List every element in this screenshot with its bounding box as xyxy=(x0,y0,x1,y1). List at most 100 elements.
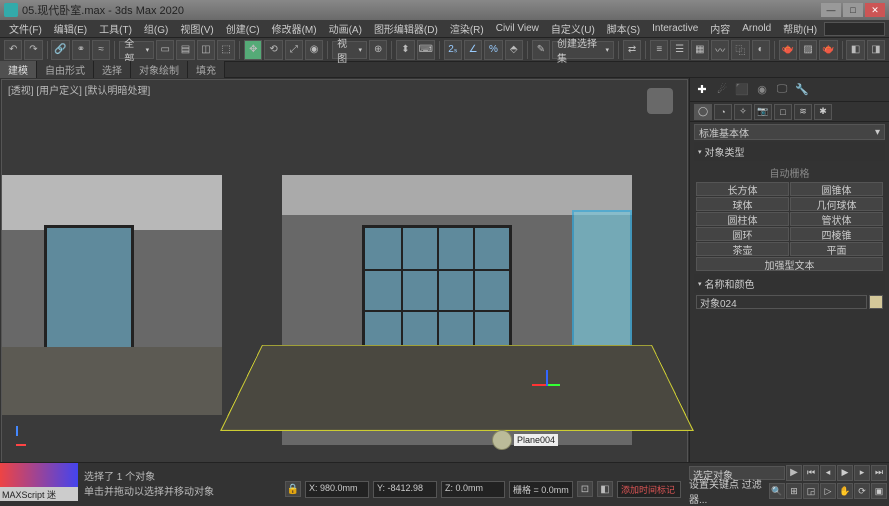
orbit-button[interactable]: ⟳ xyxy=(854,483,870,499)
named-selection-dropdown[interactable]: 创建选择集 xyxy=(552,41,614,59)
open-ae-button[interactable]: ◧ xyxy=(846,40,864,60)
setkey-filters-label[interactable]: 设置关键点 过滤器... xyxy=(689,476,768,506)
maxscript-listener[interactable]: MAXScript 迷 xyxy=(0,487,78,501)
select-move-button[interactable]: ✥ xyxy=(244,40,262,60)
addtime-label[interactable]: 添加时间标记 xyxy=(617,481,681,498)
menu-grapheditors[interactable]: 图形编辑器(D) xyxy=(369,20,443,37)
select-manipulate-button[interactable]: ⬍ xyxy=(396,40,414,60)
menu-group[interactable]: 组(G) xyxy=(139,20,173,37)
edit-named-sel-button[interactable]: ✎ xyxy=(532,40,550,60)
systems-icon[interactable]: ✱ xyxy=(814,104,832,120)
geometry-icon[interactable]: ◯ xyxy=(694,104,712,120)
spacewarps-icon[interactable]: ≋ xyxy=(794,104,812,120)
open-po-button[interactable]: ◨ xyxy=(867,40,885,60)
tab-freeform[interactable]: 自由形式 xyxy=(37,61,94,78)
perspective-viewport[interactable]: Plane004 [透视] [用户定义] [默认明暗处理] xyxy=(1,79,688,499)
modify-tab-icon[interactable]: ☄ xyxy=(714,82,730,98)
goto-start-button[interactable]: ⏮ xyxy=(803,465,819,481)
play-button[interactable]: ▶ xyxy=(837,465,853,481)
menu-edit[interactable]: 编辑(E) xyxy=(49,20,92,37)
use-pivot-button[interactable]: ⊕ xyxy=(369,40,387,60)
window-crossing-button[interactable]: ⬚ xyxy=(217,40,235,60)
menu-modifiers[interactable]: 修改器(M) xyxy=(267,20,322,37)
coord-y-input[interactable]: Y: -8412.98 xyxy=(373,481,437,498)
redo-button[interactable]: ↷ xyxy=(24,40,42,60)
coord-x-input[interactable]: X: 980.0mm xyxy=(305,481,369,498)
render-setup-button[interactable]: 🫖 xyxy=(779,40,797,60)
cone-button[interactable]: 圆锥体 xyxy=(790,182,883,196)
search-input[interactable] xyxy=(824,22,885,36)
angle-snap-button[interactable]: ∠ xyxy=(464,40,482,60)
object-color-swatch[interactable] xyxy=(869,295,883,309)
fov-button[interactable]: ▷ xyxy=(820,483,836,499)
menu-interactive[interactable]: Interactive xyxy=(647,22,703,35)
zoom-extents-button[interactable]: ◲ xyxy=(803,483,819,499)
minimize-button[interactable]: — xyxy=(821,3,841,17)
motion-tab-icon[interactable]: ◉ xyxy=(754,82,770,98)
isolate-button[interactable]: ⊡ xyxy=(577,481,593,497)
render-production-button[interactable]: 🫖 xyxy=(819,40,837,60)
box-button[interactable]: 长方体 xyxy=(696,182,789,196)
toggle-ribbon-button[interactable]: ▦ xyxy=(691,40,709,60)
teapot-button[interactable]: 茶壶 xyxy=(696,242,789,256)
zoom-button[interactable]: 🔍 xyxy=(769,483,785,499)
select-region-button[interactable]: ◫ xyxy=(197,40,215,60)
shapes-icon[interactable]: ◔ xyxy=(714,104,732,120)
rollout-header-namecolor[interactable]: 名称和颜色 xyxy=(694,274,885,293)
menu-file[interactable]: 文件(F) xyxy=(4,20,47,37)
coord-z-input[interactable]: Z: 0.0mm xyxy=(441,481,505,498)
spinner-snap-button[interactable]: ⬘ xyxy=(505,40,523,60)
menu-help[interactable]: 帮助(H) xyxy=(778,20,822,37)
create-tab-icon[interactable]: ✚ xyxy=(694,82,710,98)
zoom-all-button[interactable]: ⊞ xyxy=(786,483,802,499)
maximize-button[interactable]: □ xyxy=(843,3,863,17)
object-name-input[interactable] xyxy=(696,295,867,309)
rollout-header-objecttype[interactable]: 对象类型 xyxy=(694,142,885,161)
lock-selection-icon[interactable]: 🔒 xyxy=(285,481,301,497)
lights-icon[interactable]: ✧ xyxy=(734,104,752,120)
select-rotate-button[interactable]: ⟲ xyxy=(264,40,282,60)
unlink-button[interactable]: ⚭ xyxy=(72,40,90,60)
menu-civilview[interactable]: Civil View xyxy=(491,22,544,35)
viewcube-icon[interactable] xyxy=(647,88,673,114)
close-button[interactable]: ✕ xyxy=(865,3,885,17)
helpers-icon[interactable]: □ xyxy=(774,104,792,120)
goto-end-button[interactable]: ⏭ xyxy=(871,465,887,481)
snap-toggle-button[interactable]: 2͏ₛ xyxy=(444,40,462,60)
ref-coord-dropdown[interactable]: 视图 xyxy=(332,41,367,59)
plane-button[interactable]: 平面 xyxy=(790,242,883,256)
geosphere-button[interactable]: 几何球体 xyxy=(790,197,883,211)
pan-button[interactable]: ✋ xyxy=(837,483,853,499)
cylinder-button[interactable]: 圆柱体 xyxy=(696,212,789,226)
percent-snap-button[interactable]: % xyxy=(484,40,502,60)
autogrid-checkbox[interactable]: 自动栅格 xyxy=(696,163,883,182)
schematic-view-button[interactable]: ⿻ xyxy=(731,40,749,60)
tab-modeling[interactable]: 建模 xyxy=(0,61,37,78)
object-category-dropdown[interactable]: 标准基本体▾ xyxy=(694,124,885,140)
tab-populate[interactable]: 填充 xyxy=(188,61,225,78)
select-by-name-button[interactable]: ▤ xyxy=(176,40,194,60)
torus-button[interactable]: 圆环 xyxy=(696,227,789,241)
selection-filter-dropdown[interactable]: 全部 xyxy=(119,41,154,59)
selection-lock-button[interactable]: ◧ xyxy=(597,481,613,497)
display-tab-icon[interactable]: 🖵 xyxy=(774,82,790,98)
menu-rendering[interactable]: 渲染(R) xyxy=(445,20,489,37)
tube-button[interactable]: 管状体 xyxy=(790,212,883,226)
menu-content[interactable]: 内容 xyxy=(705,20,735,37)
next-frame-button[interactable]: ▸ xyxy=(854,465,870,481)
material-editor-button[interactable]: ◐ xyxy=(752,40,770,60)
pyramid-button[interactable]: 四棱锥 xyxy=(790,227,883,241)
curve-editor-button[interactable]: 〰 xyxy=(711,40,729,60)
layer-explorer-button[interactable]: ☰ xyxy=(670,40,688,60)
mirror-button[interactable]: ⇄ xyxy=(623,40,641,60)
menu-create[interactable]: 创建(C) xyxy=(221,20,265,37)
sphere-button[interactable]: 球体 xyxy=(696,197,789,211)
select-place-button[interactable]: ◉ xyxy=(305,40,323,60)
textplus-button[interactable]: 加强型文本 xyxy=(696,257,883,271)
select-object-button[interactable]: ▭ xyxy=(156,40,174,60)
utilities-tab-icon[interactable]: 🔧 xyxy=(794,82,810,98)
menu-scripting[interactable]: 脚本(S) xyxy=(602,20,645,37)
transform-gizmo-icon[interactable] xyxy=(532,370,562,400)
tab-objectpaint[interactable]: 对象绘制 xyxy=(131,61,188,78)
align-button[interactable]: ≡ xyxy=(650,40,668,60)
